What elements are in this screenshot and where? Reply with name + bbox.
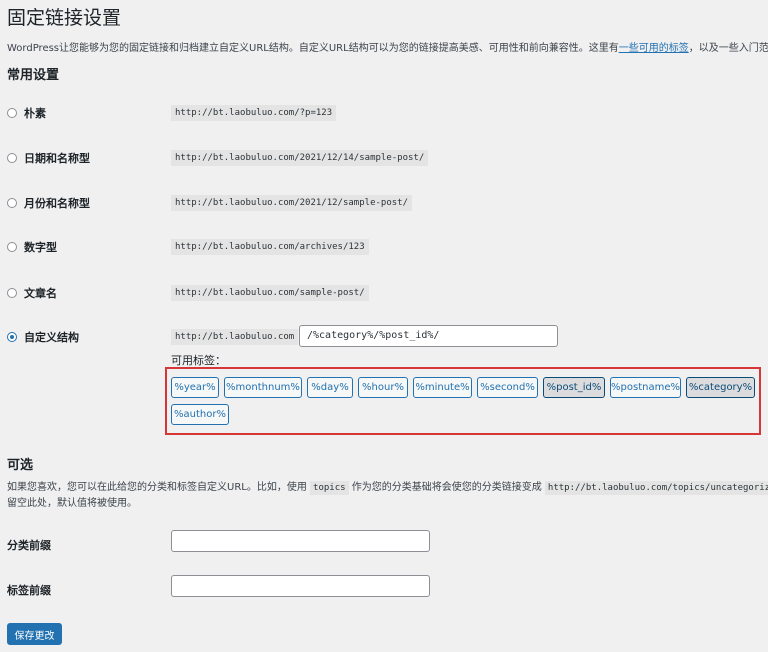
radio-plain[interactable] — [7, 108, 17, 118]
option-numeric-label: 数字型 — [24, 241, 57, 254]
option-numeric-url: http://bt.laobuluo.com/archives/123 — [171, 239, 369, 255]
available-tags-label: 可用标签： — [171, 354, 226, 367]
tag-base-input[interactable] — [171, 575, 430, 597]
option-post-name-label: 文章名 — [24, 287, 57, 300]
radio-custom[interactable] — [7, 332, 17, 342]
tag-hour-button[interactable]: %hour% — [358, 377, 408, 398]
optional-description: 如果您喜欢，您可以在此给您的分类和标签自定义URL。比如，使用 topics 作… — [7, 480, 768, 512]
option-month-name-url: http://bt.laobuluo.com/2021/12/sample-po… — [171, 195, 412, 211]
option-month-name[interactable]: 月份和名称型 — [7, 195, 90, 211]
tag-postname-button[interactable]: %postname% — [610, 377, 681, 398]
common-settings-heading: 常用设置 — [7, 68, 60, 83]
option-custom[interactable]: 自定义结构 — [7, 329, 79, 345]
available-tags-link[interactable]: 一些可用的标签 — [619, 43, 689, 54]
tag-second-button[interactable]: %second% — [477, 377, 538, 398]
option-plain-label: 朴素 — [24, 107, 46, 120]
page-title: 固定链接设置 — [7, 7, 122, 29]
tag-day-button[interactable]: %day% — [307, 377, 353, 398]
optional-desc-4: 留空此处，默认值将被使用。 — [7, 498, 137, 509]
option-day-name[interactable]: 日期和名称型 — [7, 150, 90, 166]
custom-structure-input[interactable]: /%category%/%post_id%/ — [299, 325, 558, 347]
option-month-name-label: 月份和名称型 — [24, 197, 90, 210]
option-plain[interactable]: 朴素 — [7, 105, 46, 121]
optional-desc-2: 作为您的分类基础将会使您的分类链接变成 — [351, 482, 542, 493]
save-changes-button[interactable]: 保存更改 — [7, 623, 62, 645]
intro-text: WordPress让您能够为您的固定链接和归档建立自定义URL结构。自定义URL… — [7, 39, 768, 54]
tag-author-button[interactable]: %author% — [171, 404, 229, 425]
optional-heading: 可选 — [7, 458, 34, 473]
intro-text-before: WordPress让您能够为您的固定链接和归档建立自定义URL结构。自定义URL… — [7, 43, 619, 54]
option-day-name-url: http://bt.laobuluo.com/2021/12/14/sample… — [171, 150, 429, 166]
option-day-name-label: 日期和名称型 — [24, 152, 90, 165]
optional-desc-code-url: http://bt.laobuluo.com/topics/uncategori… — [544, 481, 768, 495]
radio-day-name[interactable] — [7, 153, 17, 163]
tag-year-button[interactable]: %year% — [171, 377, 219, 398]
optional-desc-1: 如果您喜欢，您可以在此给您的分类和标签自定义URL。比如，使用 — [7, 482, 307, 493]
category-base-input[interactable] — [171, 530, 430, 552]
option-post-name[interactable]: 文章名 — [7, 285, 57, 301]
option-numeric[interactable]: 数字型 — [7, 239, 57, 255]
radio-numeric[interactable] — [7, 242, 17, 252]
intro-text-after: ，以及一些入门范例。 — [688, 43, 768, 54]
radio-month-name[interactable] — [7, 198, 17, 208]
tag-minute-button[interactable]: %minute% — [413, 377, 472, 398]
radio-post-name[interactable] — [7, 288, 17, 298]
option-plain-url: http://bt.laobuluo.com/?p=123 — [171, 105, 337, 121]
tag-monthnum-button[interactable]: %monthnum% — [224, 377, 302, 398]
optional-desc-code-topics: topics — [310, 481, 349, 495]
tag-base-label: 标签前缀 — [7, 584, 51, 597]
option-custom-label: 自定义结构 — [24, 331, 79, 344]
category-base-label: 分类前缀 — [7, 539, 51, 552]
tag-post-id-button[interactable]: %post_id% — [543, 377, 605, 398]
option-post-name-url: http://bt.laobuluo.com/sample-post/ — [171, 285, 369, 301]
custom-structure-prefix: http://bt.laobuluo.com — [171, 329, 299, 345]
tag-category-button[interactable]: %category% — [686, 377, 755, 398]
